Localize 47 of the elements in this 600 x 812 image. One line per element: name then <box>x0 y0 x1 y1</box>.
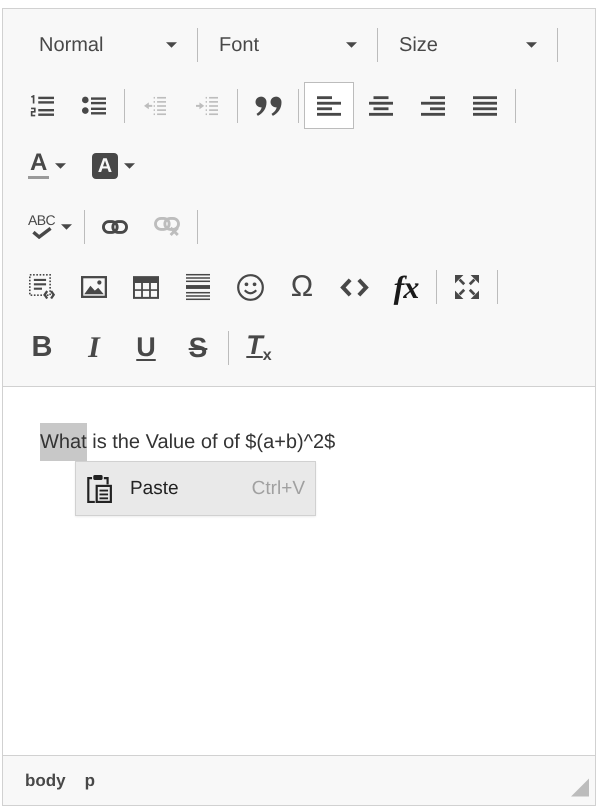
keyboard-shortcut: Ctrl+V <box>252 478 305 500</box>
bold-button[interactable]: B <box>17 324 67 371</box>
numbered-list-icon <box>30 94 54 116</box>
background-color-button[interactable]: A <box>81 142 143 190</box>
bulleted-list-icon <box>82 96 106 115</box>
table-icon <box>133 276 159 298</box>
outdent-icon <box>144 96 166 116</box>
editor-text: is the Value of of $(a+b)^2$ <box>91 430 336 455</box>
resize-grip-icon[interactable] <box>571 778 589 797</box>
align-right-icon <box>421 96 445 116</box>
indent-icon <box>196 96 218 116</box>
element-path-link[interactable]: body <box>25 770 66 790</box>
maximize-icon <box>455 275 479 299</box>
clipboard-icon <box>87 474 112 502</box>
menu-item[interactable]: Paste Ctrl+V <box>76 462 315 515</box>
spellcheck-button[interactable]: ABC <box>17 203 79 250</box>
underline-button[interactable]: U <box>121 324 171 371</box>
caret-icon <box>346 42 357 48</box>
align-left-button[interactable] <box>304 82 354 129</box>
align-left-icon <box>317 96 341 116</box>
text-color-button[interactable]: A <box>17 142 79 190</box>
remove-format-button[interactable]: T$_{x}$ <box>234 324 284 371</box>
template-icon <box>29 274 55 300</box>
size-dropdown[interactable]: Size <box>383 22 554 68</box>
strikethrough-button[interactable]: S <box>173 324 223 371</box>
caret-icon <box>124 163 135 169</box>
font-dropdown[interactable]: Font <box>203 22 374 68</box>
element-path-link[interactable]: p <box>84 770 95 790</box>
italic-button[interactable]: I <box>69 324 119 371</box>
code-icon <box>340 278 368 296</box>
caret-icon <box>526 42 537 48</box>
horizontal-line-icon <box>186 273 210 301</box>
smiley-icon <box>236 274 264 300</box>
image-icon <box>81 276 107 298</box>
special-character-button[interactable]: Ω <box>277 264 327 310</box>
caret-icon <box>166 42 177 48</box>
caret-icon <box>55 163 66 169</box>
formula-button[interactable]: fx <box>381 264 431 310</box>
caret-icon <box>61 224 72 230</box>
checkmark-icon <box>30 227 52 239</box>
unlink-icon <box>154 217 180 236</box>
quote-icon <box>254 96 282 116</box>
link-icon <box>102 220 128 234</box>
format-dropdown[interactable]: Normal <box>23 22 194 68</box>
align-center-icon <box>369 96 393 116</box>
justify-icon <box>473 96 497 116</box>
selected-text: What <box>40 423 87 461</box>
